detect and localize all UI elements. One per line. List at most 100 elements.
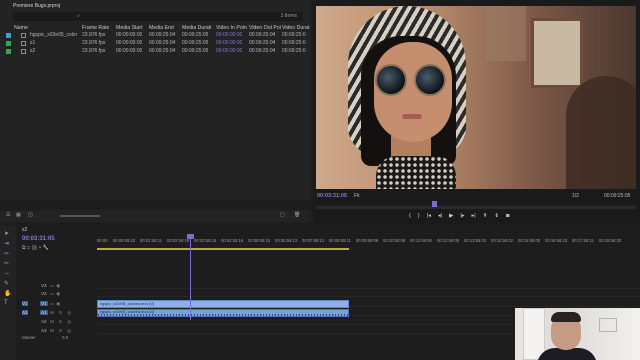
- work-area-bar[interactable]: [97, 248, 349, 250]
- search-icon[interactable]: ⌕: [77, 13, 80, 19]
- tools-panel: ➤ ⇥ ⇿ ✂ ↔ ✎ ✋ T: [0, 226, 16, 360]
- step-forward-icon[interactable]: |▸: [460, 213, 464, 219]
- project-item-row[interactable]: hgspic_s02e05_color 23.976 fps 00:00:00:…: [0, 31, 311, 39]
- track-toggles[interactable]: M S ◎: [50, 319, 73, 325]
- label-color-swatch: [6, 32, 11, 38]
- item-name: s1: [30, 40, 36, 46]
- snap-icon[interactable]: ⊃: [27, 245, 30, 251]
- track-name[interactable]: A2: [40, 319, 48, 324]
- track-name[interactable]: V3: [40, 283, 48, 288]
- monitor-info-bar: 00:03:31:05 Fit 1/2 00:09:25:05: [314, 190, 640, 202]
- project-item-row[interactable]: s1 23.976 fps 00:00:00:00 00:09:25:04 00…: [0, 39, 311, 47]
- item-video-out: 00:09:25:04: [249, 40, 276, 46]
- source-patch[interactable]: V1: [22, 301, 28, 306]
- label-color-swatch: [6, 40, 11, 46]
- item-media-end: 00:09:25:04: [149, 40, 176, 46]
- audio-waveform: [98, 314, 348, 316]
- slip-tool-icon[interactable]: ↔: [4, 270, 10, 276]
- nest-icon[interactable]: ⧉: [22, 245, 26, 251]
- mark-out-icon[interactable]: }: [418, 213, 420, 219]
- wrench-icon[interactable]: 🔧: [43, 245, 49, 251]
- ruler-label: 00:02:59:19: [167, 238, 190, 243]
- item-name: s2: [30, 48, 36, 54]
- timeline-tool-icons: ⧉ ⊃ ⛓ ▾ 🔧: [22, 245, 49, 251]
- play-icon[interactable]: ▶: [449, 213, 453, 219]
- track-toggles[interactable]: ▭◉: [50, 301, 62, 307]
- project-search-bar[interactable]: ⌕ 3 Items: [13, 12, 303, 21]
- time-ruler[interactable]: 00:00 00:00:59:22 00:01:59:21 00:02:59:1…: [97, 235, 640, 249]
- ruler-label: 00:06:59:13: [275, 238, 298, 243]
- item-video-in: 00:00:00:00: [216, 48, 243, 54]
- project-panel-footer: ☰ ▦ ◫ ▢ 🗑: [0, 210, 311, 222]
- track-name[interactable]: A1: [40, 310, 48, 315]
- item-media-start: 00:00:00:00: [116, 48, 143, 54]
- resolution-dropdown[interactable]: 1/2: [572, 193, 579, 199]
- ruler-label: 00:17:58:21: [572, 238, 595, 243]
- ruler-label: 00:15:59:00: [518, 238, 541, 243]
- program-monitor: 00:03:31:05 Fit 1/2 00:09:25:05 { } |◂ ◂…: [314, 0, 640, 225]
- ruler-label: 00:13:59:03: [464, 238, 487, 243]
- pen-tool-icon[interactable]: ✎: [4, 280, 9, 287]
- export-frame-icon[interactable]: ◙: [506, 213, 509, 219]
- track-toggles[interactable]: M S ◎: [50, 328, 73, 334]
- timeline-playhead[interactable]: [190, 235, 191, 320]
- zoom-dropdown[interactable]: Fit: [354, 193, 360, 199]
- add-marker-icon[interactable]: ▾: [39, 245, 41, 251]
- track-header-v3[interactable]: V3 ▭◉: [18, 282, 97, 289]
- audio-clip[interactable]: hgspic_s02e05_colored.mov [A]: [97, 309, 349, 317]
- item-video-out: 00:09:25:04: [249, 48, 276, 54]
- zoom-slider[interactable]: [60, 215, 100, 217]
- new-item-icon[interactable]: ▢: [280, 212, 285, 218]
- hand-tool-icon[interactable]: ✋: [4, 290, 11, 297]
- ruler-label: 00:16:58:23: [545, 238, 568, 243]
- item-count: 3 Items: [280, 13, 297, 19]
- linked-selection-icon[interactable]: ⛓: [31, 245, 37, 251]
- lane-v3[interactable]: [97, 282, 640, 289]
- monitor-playhead[interactable]: [432, 201, 437, 207]
- project-title[interactable]: Premiere Bugs.prproj: [13, 3, 60, 9]
- ripple-edit-tool-icon[interactable]: ⇿: [4, 250, 9, 257]
- track-header-v1[interactable]: V1 V1 ▭◉: [18, 300, 97, 307]
- track-toggles[interactable]: ▭◉: [50, 283, 62, 289]
- selection-tool-icon[interactable]: ➤: [4, 230, 9, 237]
- sequence-tab[interactable]: s2: [22, 227, 27, 233]
- item-video-duration: 00:09:25:0: [282, 40, 306, 46]
- track-header-a1[interactable]: A1 A1 M S ◎: [18, 309, 97, 316]
- go-to-out-icon[interactable]: ▸|: [472, 213, 476, 219]
- track-toggles[interactable]: ▭◉: [50, 291, 62, 297]
- track-name[interactable]: V1: [40, 301, 48, 306]
- ruler-label: 00:10:59:08: [383, 238, 406, 243]
- track-header-v2[interactable]: V2 ▭◉: [18, 290, 97, 297]
- list-view-icon[interactable]: ☰: [6, 212, 10, 218]
- project-item-row[interactable]: s2 23.976 fps 00:00:00:00 00:09:25:04 00…: [0, 47, 311, 55]
- track-select-tool-icon[interactable]: ⇥: [4, 240, 9, 247]
- track-header-a3[interactable]: A3 M S ◎: [18, 327, 97, 334]
- lane-v2[interactable]: [97, 290, 640, 297]
- step-back-icon[interactable]: ◂|: [438, 213, 442, 219]
- source-patch[interactable]: A1: [22, 310, 28, 315]
- type-tool-icon[interactable]: T: [4, 300, 8, 306]
- freeform-view-icon[interactable]: ◫: [28, 212, 33, 218]
- track-name[interactable]: V2: [40, 291, 48, 296]
- lift-icon[interactable]: ⇞: [483, 213, 488, 219]
- monitor-current-timecode[interactable]: 00:03:31:05: [317, 193, 347, 199]
- master-volume[interactable]: 0.0: [62, 335, 68, 340]
- item-media-start: 00:00:00:00: [116, 40, 143, 46]
- sequence-icon: [21, 32, 26, 38]
- extract-icon[interactable]: ⇟: [494, 213, 499, 219]
- video-clip[interactable]: hgspic_s02e05_colored.mov [V]: [97, 300, 349, 308]
- icon-view-icon[interactable]: ▦: [16, 212, 21, 218]
- track-header-a2[interactable]: A2 M S ◎: [18, 318, 97, 325]
- go-to-in-icon[interactable]: |◂: [427, 213, 431, 219]
- trash-icon[interactable]: 🗑: [294, 212, 300, 218]
- ruler-label: 00:01:59:21: [140, 238, 163, 243]
- monitor-scrub-bar[interactable]: [316, 206, 636, 209]
- timeline-timecode[interactable]: 00:03:31:05: [22, 236, 55, 242]
- track-toggles[interactable]: M S ◎: [50, 310, 73, 316]
- item-media-end: 00:09:25:04: [149, 48, 176, 54]
- razor-tool-icon[interactable]: ✂: [4, 260, 9, 267]
- ruler-label: 00:11:59:06: [410, 238, 432, 243]
- track-name[interactable]: A3: [40, 328, 48, 333]
- ruler-label: 00:03:59:18: [194, 238, 217, 243]
- mark-in-icon[interactable]: {: [409, 213, 411, 219]
